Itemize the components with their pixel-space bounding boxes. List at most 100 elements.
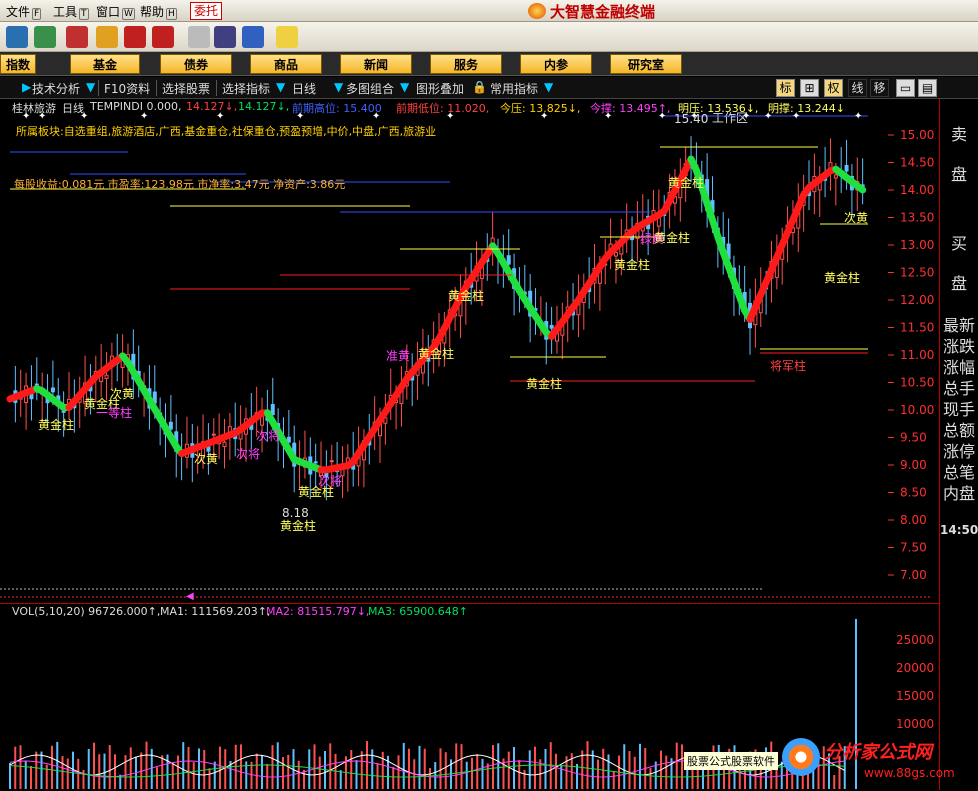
signal-gold: 黄金柱 (668, 174, 704, 191)
diamond-icon[interactable] (96, 26, 118, 48)
app-title: 大智慧金融终端 (550, 1, 655, 22)
candle-body (105, 375, 108, 378)
ctl-mark[interactable]: 标 (776, 79, 795, 97)
f10-icon[interactable] (124, 26, 146, 48)
nav-bond[interactable]: 债券 (160, 54, 232, 74)
indicator-v1: 14.127↓, (186, 100, 237, 113)
books-icon[interactable] (242, 26, 264, 48)
indicator-v2: 14.127↓, (238, 100, 289, 113)
ctl-line[interactable]: 线 (848, 79, 867, 97)
y-tick-label: 7.00 (900, 568, 927, 582)
y-tick-label: 10.00 (900, 403, 934, 417)
nav-fund[interactable]: 基金 (70, 54, 140, 74)
ctl-tech-analysis[interactable]: 技术分析 (32, 80, 80, 97)
ctl-period[interactable]: 日线 (292, 80, 316, 97)
menu-window[interactable]: 窗口W (96, 3, 135, 20)
ctl-grid[interactable]: ⊞ (800, 79, 819, 97)
pencil-icon[interactable] (152, 26, 174, 48)
candle-body (271, 405, 274, 415)
panel-icon[interactable]: ▤ (918, 79, 937, 97)
sector-list: 所属板块:自选重组,旅游酒店,广西,基金重仓,社保重仓,预盈预增,中价,中盘,广… (16, 123, 436, 139)
ctl-select-indicator[interactable]: 选择指标 (222, 80, 270, 97)
dropdown-icon[interactable]: ▼ (334, 80, 343, 94)
y-tick-label: 15.00 (900, 128, 934, 142)
nav-news[interactable]: 新闻 (340, 54, 412, 74)
vol-ma2: MA2: 81515.797↓, (266, 605, 369, 618)
scroll-marker: ◀ (186, 591, 194, 602)
lock-icon[interactable]: 🔒 (472, 80, 487, 94)
nav-bar: 指数 基金 债券 商品 新闻 服务 内参 研究室 工作区 (0, 52, 978, 76)
candle-body (834, 175, 837, 178)
inner-label: 内盘 (940, 480, 978, 504)
ctl-f10[interactable]: F10资料 (104, 80, 150, 97)
candle-body (845, 165, 848, 171)
signal-second-general: 次将 (256, 427, 280, 444)
vol-tick-label: 25000 (896, 633, 934, 647)
dropdown-icon[interactable]: ▼ (276, 80, 285, 94)
vol-value: VOL(5,10,20) 96726.000↑, (12, 605, 160, 618)
binoculars-icon[interactable] (6, 26, 28, 48)
menu-file[interactable]: 文件F (6, 3, 41, 20)
nav-research[interactable]: 研究室 (610, 54, 682, 74)
menu-tools[interactable]: 工具T (53, 3, 89, 20)
toolbar (0, 22, 978, 52)
y-tick-label: 9.50 (900, 431, 927, 445)
candle-body (330, 461, 333, 462)
help-pointer-icon[interactable] (276, 26, 298, 48)
buy-label: 买 (940, 230, 978, 254)
ctl-multi-chart[interactable]: 多图组合 (346, 80, 394, 97)
nav-insider[interactable]: 内参 (520, 54, 592, 74)
time-label: 14:50 (940, 523, 978, 537)
candle-body (35, 384, 38, 385)
menu-help[interactable]: 帮助H (140, 3, 177, 20)
today-support: 今撑: 13.495↑, (590, 100, 670, 116)
sell-label2: 盘 (940, 161, 978, 185)
nav-service[interactable]: 服务 (430, 54, 502, 74)
window-icon[interactable]: ▭ (896, 79, 915, 97)
printer-icon[interactable] (188, 26, 210, 48)
signal-first: 一等柱 (96, 404, 132, 421)
signal-second-general: 次将 (318, 472, 342, 489)
y-tick-label: 10.50 (900, 376, 934, 390)
ctl-common-indicator[interactable]: 常用指标 (490, 80, 538, 97)
candle-body (550, 325, 553, 328)
app-logo-icon (528, 3, 546, 19)
candle-body (51, 388, 54, 392)
indicator-value: TEMPINDI 0.000, (90, 100, 181, 113)
y-tick-label: 8.00 (900, 513, 927, 527)
vol-ma1: MA1: 111569.203↑, (160, 605, 270, 618)
window-icon[interactable] (214, 26, 236, 48)
ctl-rights[interactable]: 权 (824, 79, 843, 97)
control-bar: ▶ 技术分析 ▼ F10资料 选择股票 选择指标 ▼ 日线 ▼ 多图组合 ▼ 图… (0, 77, 978, 99)
signal-gold: 黄金柱 (280, 517, 316, 534)
signal-second-general: 次将 (236, 445, 260, 462)
dropdown-icon[interactable]: ▼ (400, 80, 409, 94)
vol-tick-label: 10000 (896, 717, 934, 731)
entrust-button[interactable]: 委托 (190, 2, 222, 20)
ctl-select-stock[interactable]: 选择股票 (162, 80, 210, 97)
signal-aux: 准黄 (386, 347, 410, 364)
candle-body (507, 256, 510, 264)
watermark-text: 股票公式股票软件 (684, 752, 778, 770)
dropdown-icon[interactable]: ▼ (86, 80, 95, 94)
y-tick-label: 7.50 (900, 541, 927, 555)
ctl-overlay[interactable]: 图形叠加 (416, 80, 464, 97)
signal-gold: 黄金柱 (38, 416, 74, 433)
vol-tick-label: 20000 (896, 661, 934, 675)
y-tick-label: 13.00 (900, 238, 934, 252)
stock-name: 桂林旅游 (12, 100, 56, 116)
y-tick-label: 14.50 (900, 156, 934, 170)
today-press: 今压: 13.825↓, (500, 100, 580, 116)
signal-second-gold: 次黄 (194, 450, 218, 467)
question-red-icon[interactable] (66, 26, 88, 48)
buy-label2: 盘 (940, 270, 978, 294)
dropdown-icon[interactable]: ▼ (544, 80, 553, 94)
fundamentals: 每股收益:0.081元 市盈率:123.98元 市净率:3.47元 净资产:3.… (14, 176, 345, 192)
nav-index[interactable]: 指数 (0, 54, 36, 74)
nav-commodity[interactable]: 商品 (250, 54, 322, 74)
watermark-brand: 分析家公式网 (824, 738, 932, 764)
quote-side-panel: 卖 盘 买 盘 最新 涨跌 涨幅 总手 现手 总额 涨停 总笔 内盘 14:50 (940, 99, 978, 790)
signal-icon[interactable] (34, 26, 56, 48)
kline-chart[interactable]: 15.0014.5014.0013.5013.0012.5012.0011.50… (0, 99, 940, 603)
ctl-move[interactable]: 移 (870, 79, 889, 97)
